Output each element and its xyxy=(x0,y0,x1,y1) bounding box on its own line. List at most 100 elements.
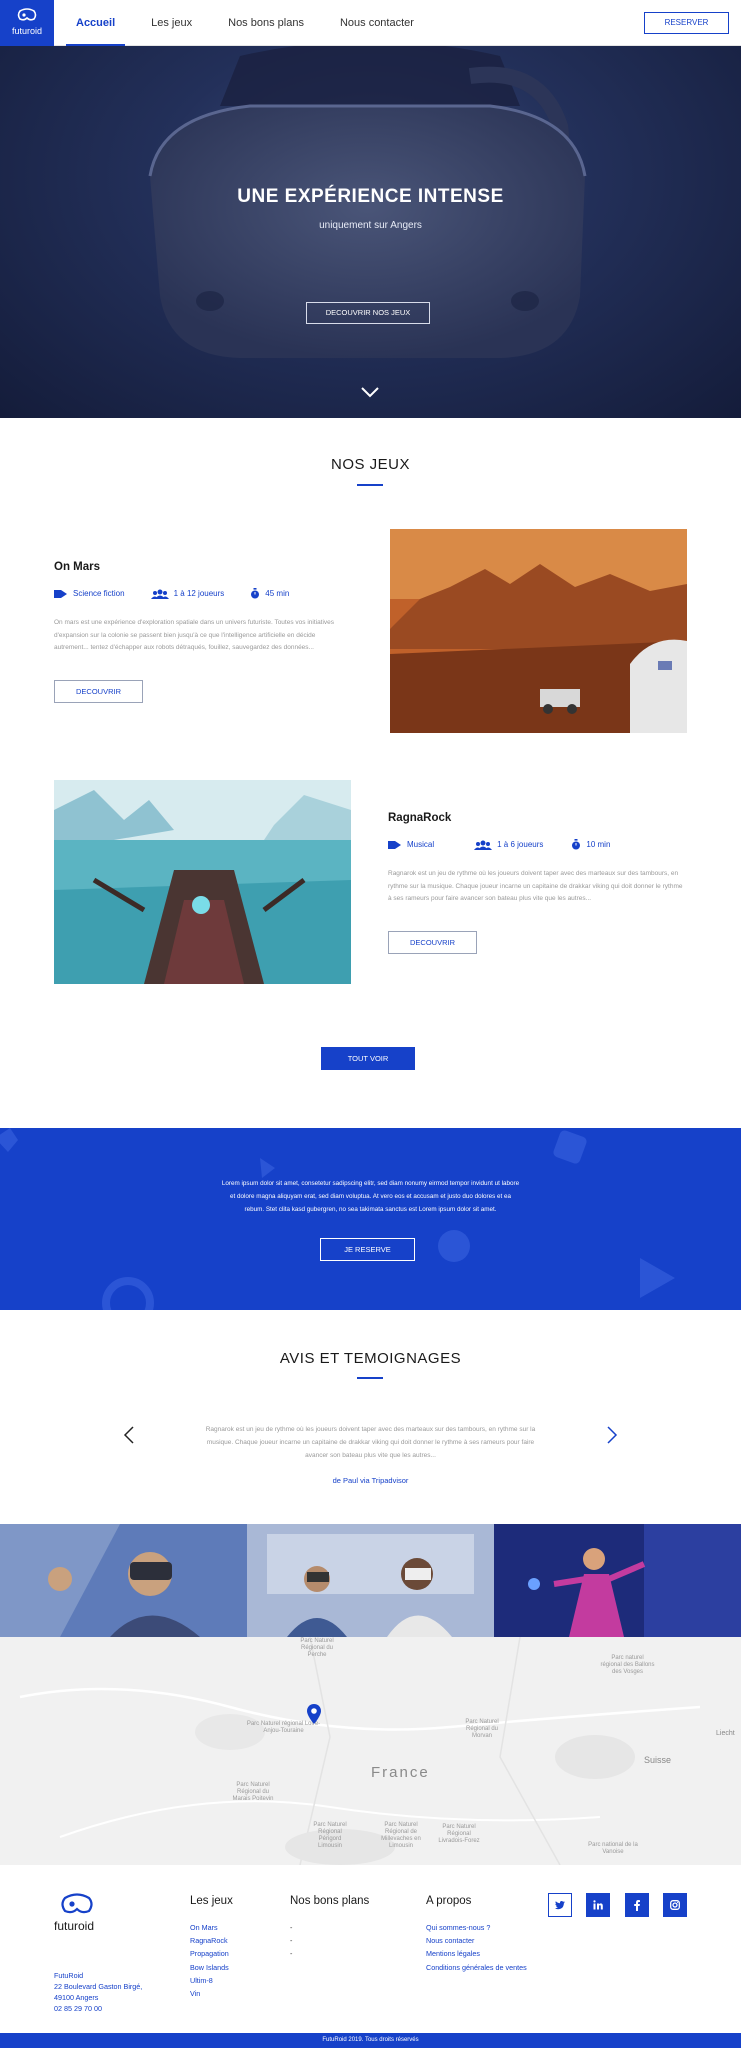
footer-link-ragnarock[interactable]: RagnaRock xyxy=(190,1934,229,1947)
game-meta-ragnarock: Musical 1 à 6 joueurs 10 min xyxy=(388,839,610,850)
timer-icon xyxy=(572,839,581,850)
map-edge-label: Liecht xyxy=(716,1730,735,1737)
je-reserve-button[interactable]: JE RESERVE xyxy=(320,1238,415,1261)
map-label-livradois: Parc Naturel Régional Livradois-Forez xyxy=(438,1824,480,1844)
discover-games-button[interactable]: DECOUVRIR NOS JEUX xyxy=(306,302,430,324)
nav-contact[interactable]: Nous contacter xyxy=(340,0,414,46)
address-phone[interactable]: 02 85 29 70 00 xyxy=(54,2003,142,2014)
footer-link-ultim-8[interactable]: Ultim-8 xyxy=(190,1974,229,1987)
discover-on-mars-button[interactable]: DECOUVRIR xyxy=(54,680,143,703)
footer-deal-item: - xyxy=(290,1936,293,1946)
nav-les-jeux[interactable]: Les jeux xyxy=(151,0,192,46)
linkedin-icon xyxy=(593,1900,603,1910)
timer-icon xyxy=(251,588,260,599)
testimonial-author: de Paul via Tripadvisor xyxy=(332,1476,409,1485)
map-label-marais: Parc Naturel Régional du Marais Poitevin xyxy=(232,1782,274,1802)
footer-link-terms[interactable]: Conditions générales de ventes xyxy=(426,1961,527,1974)
logo-text: futuroid xyxy=(11,26,43,36)
testimonials-title: AVIS ET TEMOIGNAGES xyxy=(279,1350,462,1367)
users-icon xyxy=(150,589,169,599)
mars-scene-illustration xyxy=(390,529,687,733)
nav-accueil[interactable]: Accueil xyxy=(65,0,126,46)
map-label-vanoise: Parc national de la Vanoise xyxy=(588,1842,638,1855)
footer-address: FutuRoid 22 Boulevard Gaston Birgé, 4910… xyxy=(54,1970,142,2014)
copyright-bar: FutuRoid 2019. Tous droits réservés xyxy=(0,2033,741,2048)
vr-group-photo xyxy=(247,1524,494,1637)
title-underline xyxy=(357,1377,383,1379)
nav-bons-plans[interactable]: Nos bons plans xyxy=(228,0,304,46)
map-label-morvan: Parc Naturel Régional du Morvan xyxy=(465,1719,499,1739)
title-underline xyxy=(357,484,383,486)
map-neighbor-label: Suisse xyxy=(644,1755,672,1765)
game-meta-on-mars: Science fiction 1 à 12 joueurs 45 min xyxy=(54,588,289,599)
footer-link-about-us[interactable]: Qui sommes-nous ? xyxy=(426,1921,527,1934)
footer-deals-list: - - - xyxy=(290,1921,292,1961)
decorative-shapes xyxy=(0,1128,675,1310)
vr-headset-image xyxy=(148,46,587,358)
band-text: Lorem ipsum dolor sit amet, consetetur s… xyxy=(221,1180,520,1213)
facebook-icon xyxy=(634,1899,640,1911)
photo-vr-group xyxy=(247,1524,494,1637)
gamepad-logo-icon xyxy=(17,8,37,21)
logo[interactable]: futuroid xyxy=(0,0,54,46)
see-all-button[interactable]: TOUT VOIR xyxy=(321,1047,415,1070)
photo-vr-man xyxy=(0,1524,247,1637)
game-description-ragnarock: Ragnarok est un jeu de rythme où les jou… xyxy=(388,870,683,902)
map-label-millevaches: Parc Naturel Régional de Millevaches en … xyxy=(381,1822,421,1849)
location-map[interactable]: Parc Naturel Régional du Perche Parc Nat… xyxy=(0,1637,741,1865)
game-players: 1 à 12 joueurs xyxy=(173,589,225,598)
footer-link-on-mars[interactable]: On Mars xyxy=(190,1921,229,1934)
users-icon xyxy=(474,840,493,850)
footer-logo-text: futuroid xyxy=(54,1919,95,1933)
vr-player-photo xyxy=(0,1524,247,1637)
discover-ragnarock-button[interactable]: DECOUVRIR xyxy=(388,931,477,954)
chevron-left-icon[interactable] xyxy=(123,1425,135,1445)
twitter-button[interactable] xyxy=(548,1893,572,1917)
reservation-band: Lorem ipsum dolor sit amet, consetetur s… xyxy=(0,1128,741,1310)
map-label-vosges: Parc naturel régional des Ballons des Vo… xyxy=(600,1655,655,1675)
game-title-ragnarock: RagnaRock xyxy=(388,812,452,824)
footer-deal-item: - xyxy=(290,1923,293,1932)
hero-banner: UNE EXPÉRIENCE INTENSE uniquement sur An… xyxy=(0,46,741,418)
footer-games-title: Les jeux xyxy=(190,1895,233,1907)
footer-about-list: Qui sommes-nous ? Nous contacter Mention… xyxy=(426,1921,527,1974)
site-header: futuroid Accueil Les jeux Nos bons plans… xyxy=(0,0,741,46)
reserve-button[interactable]: RESERVER xyxy=(644,12,729,34)
map-label-perigord: Parc Naturel Régional Périgord Limousin xyxy=(313,1822,347,1849)
chevron-down-icon[interactable] xyxy=(360,386,380,398)
footer-link-legal[interactable]: Mentions légales xyxy=(426,1947,527,1960)
game-description-on-mars: On mars est une expérience d'exploration… xyxy=(54,619,335,651)
gamepad-logo-icon xyxy=(61,1893,93,1914)
chevron-right-icon[interactable] xyxy=(606,1425,618,1445)
game-duration: 10 min xyxy=(586,840,611,849)
footer-about-title: A propos xyxy=(426,1895,472,1907)
instagram-button[interactable] xyxy=(663,1893,687,1917)
footer-link-propagation[interactable]: Propagation xyxy=(190,1947,229,1960)
viking-scene-illustration xyxy=(54,780,351,984)
instagram-icon xyxy=(670,1900,680,1910)
map-country-label: France xyxy=(371,1764,430,1781)
hero-title: UNE EXPÉRIENCE INTENSE xyxy=(237,186,504,207)
footer-link-vin[interactable]: Vin xyxy=(190,1987,229,2000)
tag-icon xyxy=(54,589,67,598)
games-section-title: NOS JEUX xyxy=(330,456,410,473)
map-label-perche: Parc Naturel Régional du Perche xyxy=(300,1638,334,1658)
hero-subtitle: uniquement sur Angers xyxy=(319,220,422,231)
photo-vr-arcade xyxy=(494,1524,741,1637)
vr-arcade-photo xyxy=(494,1524,741,1637)
game-genre: Musical xyxy=(407,840,435,849)
linkedin-button[interactable] xyxy=(586,1893,610,1917)
address-street: 22 Boulevard Gaston Birgé, xyxy=(54,1982,143,1991)
footer-link-bow-islands[interactable]: Bow Islands xyxy=(190,1961,229,1974)
footer-deal-item: - xyxy=(290,1949,293,1959)
footer-link-contact[interactable]: Nous contacter xyxy=(426,1934,527,1947)
footer-deals-title: Nos bons plans xyxy=(290,1895,370,1907)
tag-icon xyxy=(388,840,401,849)
address-city: 49100 Angers xyxy=(54,1993,99,2002)
game-genre: Science fiction xyxy=(73,589,125,598)
map-pin-icon[interactable] xyxy=(307,1704,321,1724)
site-footer: futuroid FutuRoid 22 Boulevard Gaston Bi… xyxy=(0,1865,741,2033)
game-title-on-mars: On Mars xyxy=(54,561,101,573)
testimonial-text: Ragnarok est un jeu de rythme où les jou… xyxy=(205,1426,536,1459)
facebook-button[interactable] xyxy=(625,1893,649,1917)
